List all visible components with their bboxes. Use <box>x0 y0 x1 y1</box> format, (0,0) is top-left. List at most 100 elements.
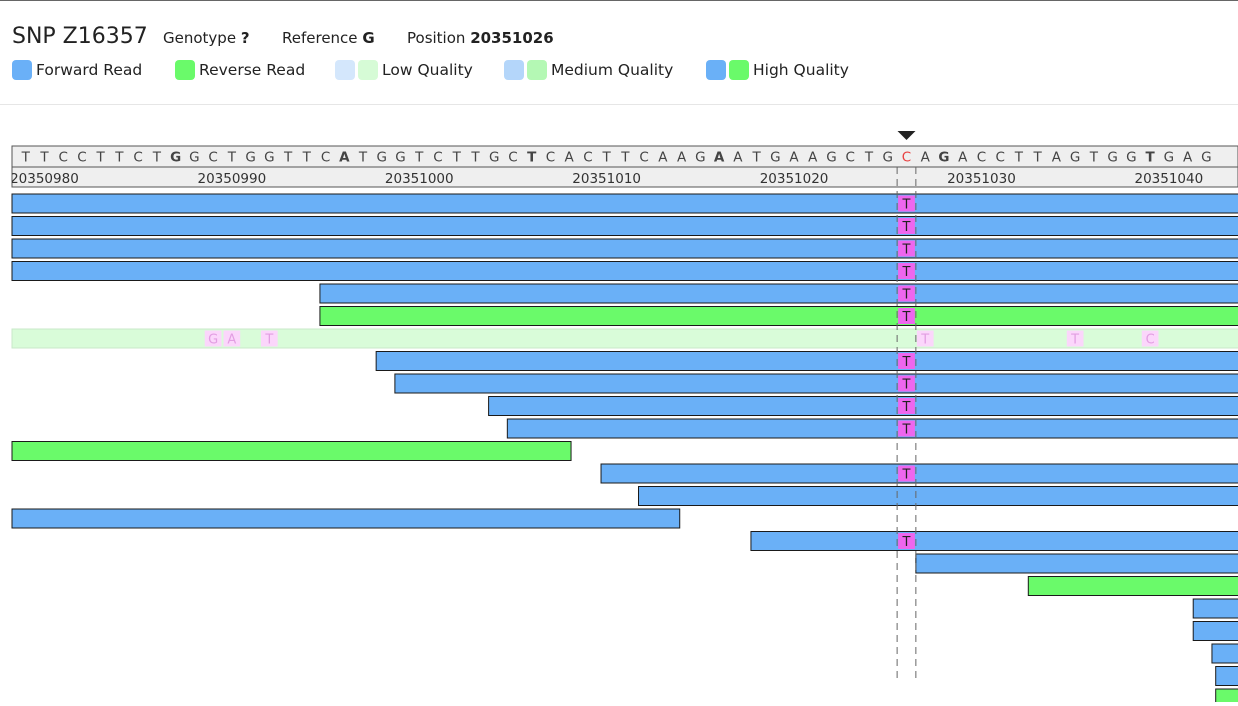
reference-base: C <box>77 150 86 166</box>
reference-base: A <box>339 150 350 166</box>
forward-read-bar <box>488 396 1238 416</box>
forward-read-bar <box>506 418 1238 439</box>
reference-base: T <box>114 150 124 166</box>
reference-base: C <box>583 150 592 166</box>
alignment-viewer[interactable]: TTCCTTCTGGCTGGTTCATGGTCTTGCTCACTTCAAGAAT… <box>0 120 1238 706</box>
mismatch-base-letter: T <box>902 378 911 393</box>
reference-base: T <box>864 150 874 166</box>
reference-base: G <box>1070 150 1080 166</box>
snp-title: SNP Z16357 <box>12 24 148 49</box>
reverse-read-bar <box>11 328 1238 349</box>
mismatch-base-letter: T <box>902 355 911 370</box>
reference-base: G <box>395 150 405 166</box>
reference-base: A <box>921 150 931 166</box>
reference-base: C <box>133 150 142 166</box>
mismatch-base-letter: T <box>902 400 911 415</box>
reverse-read-bar <box>11 441 572 461</box>
position-tick-label: 20350990 <box>197 171 266 187</box>
reference-base: C <box>977 150 986 166</box>
mismatch-base-letter: T <box>902 288 911 303</box>
reference-base: G <box>1107 150 1117 166</box>
reference-base: T <box>620 150 630 166</box>
reference-base: G <box>1164 150 1174 166</box>
reference-base: T <box>1014 150 1024 166</box>
reference-base: A <box>1052 150 1062 166</box>
reference-base: C <box>508 150 517 166</box>
legend-label: Medium Quality <box>551 61 674 79</box>
reference-base: T <box>414 150 424 166</box>
reference-base: T <box>152 150 162 166</box>
genotype-field: Genotype ? <box>163 29 250 47</box>
reference-base: G <box>883 150 893 166</box>
reference-base: T <box>1146 150 1156 166</box>
reference-base: T <box>1033 150 1043 166</box>
mismatch-base-letter: T <box>902 220 911 235</box>
reference-base: G <box>1201 150 1211 166</box>
mismatch-base-letter: T <box>902 198 911 213</box>
medium-quality-forward-swatch <box>504 60 524 80</box>
reference-base: C <box>321 150 330 166</box>
reference-base: T <box>751 150 761 166</box>
reference-base: C <box>846 150 855 166</box>
reference-base: G <box>189 150 199 166</box>
reference-base: C <box>639 150 648 166</box>
forward-read-bar <box>375 351 1238 371</box>
mismatch-base-letter: T <box>902 468 911 483</box>
mismatch-base-letter: T <box>902 535 911 550</box>
reference-base: C <box>58 150 67 166</box>
forward-read-bar <box>915 553 1238 574</box>
reference-label: Reference <box>282 29 358 47</box>
reference-base: T <box>1089 150 1099 166</box>
high-quality-reverse-swatch <box>729 60 749 80</box>
reference-field: Reference G <box>282 29 375 47</box>
reference-base-snp: C <box>902 150 911 166</box>
position-tick-label: 20350980 <box>10 171 79 187</box>
mismatch-base-letter: T <box>920 333 929 348</box>
legend-label: Reverse Read <box>199 61 306 79</box>
reverse-read-bar <box>1027 576 1238 596</box>
reference-base: T <box>358 150 368 166</box>
reference-base: A <box>958 150 968 166</box>
reference-base: A <box>733 150 743 166</box>
reference-base: T <box>470 150 480 166</box>
reference-base: A <box>808 150 818 166</box>
position-field: Position 20351026 <box>407 29 554 47</box>
reference-base: T <box>452 150 462 166</box>
forward-read-swatch <box>12 60 32 80</box>
reference-base: G <box>489 150 499 166</box>
forward-read-bar <box>1215 666 1238 686</box>
high-quality-forward-swatch <box>706 60 726 80</box>
position-tick-label: 20351030 <box>947 171 1016 187</box>
reference-base: G <box>826 150 836 166</box>
alignment-svg: TTCCTTCTGGCTGGTTCATGGTCTTGCTCACTTCAAGAAT… <box>10 131 1238 706</box>
reference-value: G <box>362 29 375 47</box>
reference-base: G <box>377 150 387 166</box>
forward-read-bar <box>750 531 1238 551</box>
genotype-value: ? <box>240 29 250 47</box>
mismatch-base-letter: T <box>264 333 273 348</box>
legend-label: Low Quality <box>382 61 473 79</box>
position-label: Position <box>407 29 466 47</box>
forward-read-bar <box>638 486 1238 506</box>
forward-read-bar <box>11 193 1238 214</box>
mismatch-base-letter: G <box>208 333 218 348</box>
legend-label: High Quality <box>753 61 849 79</box>
reference-base: C <box>208 150 217 166</box>
forward-read-bar <box>11 216 1238 236</box>
genotype-label: Genotype <box>163 29 237 47</box>
reference-base: C <box>433 150 442 166</box>
reference-base: A <box>677 150 687 166</box>
mismatch-base-letter: T <box>902 243 911 258</box>
position-tick-label: 20351020 <box>760 171 829 187</box>
reference-base: T <box>96 150 106 166</box>
snp-header: SNP Z16357 Genotype ? Reference G Positi… <box>0 0 1238 104</box>
legend-medium-quality: Medium Quality <box>504 60 673 80</box>
reverse-read-swatch <box>175 60 195 80</box>
mismatch-base-letter: C <box>1146 333 1155 348</box>
position-tick-label: 20351000 <box>385 171 454 187</box>
legend-high-quality: High Quality <box>706 60 849 80</box>
reference-base: G <box>938 150 949 166</box>
medium-quality-reverse-swatch <box>527 60 547 80</box>
forward-read-bar <box>11 261 1238 281</box>
reference-base: G <box>770 150 780 166</box>
